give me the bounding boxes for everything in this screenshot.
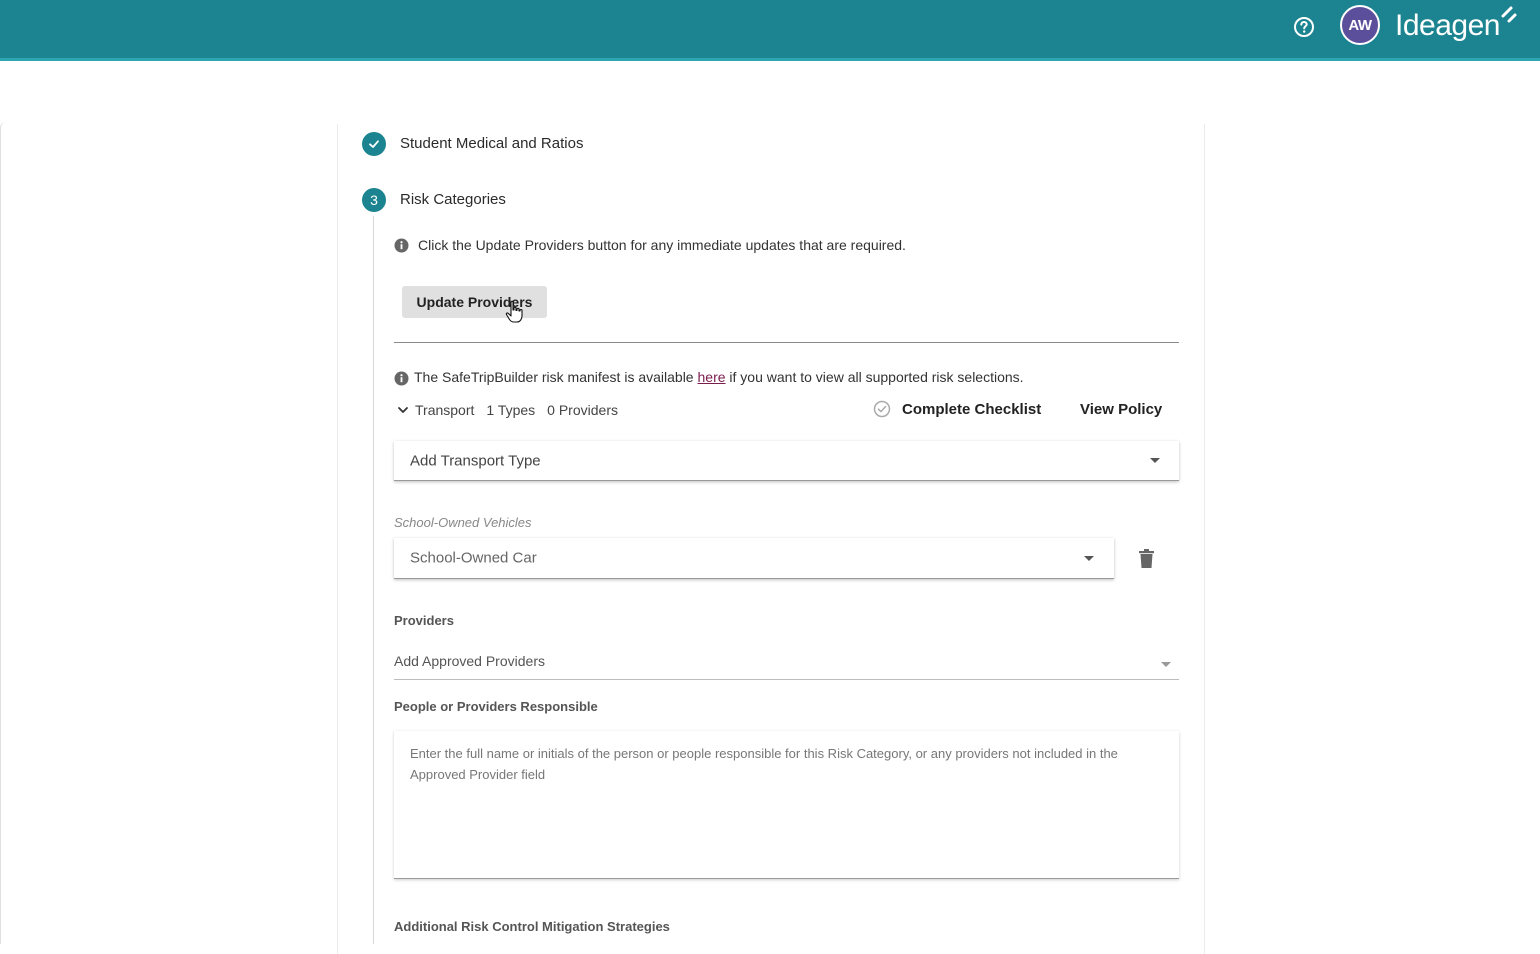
transport-category-header[interactable]: Transport 1 Types 0 Providers <box>396 401 618 419</box>
user-avatar[interactable]: AW <box>1340 5 1380 45</box>
approved-providers-select[interactable]: Add Approved Providers <box>394 646 1179 680</box>
mitigation-label: Additional Risk Control Mitigation Strat… <box>394 919 670 934</box>
manifest-suffix: if you want to view all supported risk s… <box>725 369 1024 385</box>
update-providers-info: Click the Update Providers button for an… <box>418 237 906 253</box>
step-number-badge[interactable]: 3 <box>362 188 386 212</box>
question-circle-icon[interactable] <box>1293 16 1315 38</box>
check-icon <box>369 140 379 148</box>
side-panel-edge <box>0 122 7 944</box>
school-owned-vehicle-select[interactable]: School-Owned Car <box>394 538 1114 579</box>
manifest-prefix: The SafeTripBuilder risk manifest is ava… <box>414 369 698 385</box>
step-title-risk-categories[interactable]: Risk Categories <box>400 191 506 208</box>
info-icon <box>394 371 409 386</box>
dropdown-caret-icon <box>1150 458 1160 463</box>
ideagen-logo: Ideagen <box>1395 9 1500 42</box>
transport-label: Transport <box>415 402 475 418</box>
complete-checklist-label: Complete Checklist <box>902 400 1042 418</box>
responsible-label: People or Providers Responsible <box>394 699 598 714</box>
approved-providers-placeholder: Add Approved Providers <box>394 653 545 669</box>
logo-mark-icon <box>1501 6 1517 23</box>
transport-types-count: 1 Types <box>486 402 536 418</box>
chevron-down-icon[interactable] <box>396 403 410 417</box>
manifest-info: The SafeTripBuilder risk manifest is ava… <box>414 369 1024 385</box>
manifest-here-link[interactable]: here <box>698 369 726 385</box>
hand-cursor-icon <box>505 300 523 323</box>
school-owned-vehicle-value: School-Owned Car <box>410 549 537 567</box>
responsible-textarea[interactable]: Enter the full name or initials of the p… <box>394 731 1179 879</box>
step-complete-badge[interactable] <box>362 132 386 156</box>
transport-providers-count: 0 Providers <box>547 402 618 418</box>
info-icon <box>394 238 409 253</box>
dropdown-caret-icon <box>1084 556 1094 561</box>
add-transport-type-placeholder: Add Transport Type <box>410 452 541 469</box>
step-title-student-medical[interactable]: Student Medical and Ratios <box>400 135 583 152</box>
check-circle-icon <box>873 400 891 418</box>
section-divider <box>394 342 1179 343</box>
view-policy-link[interactable]: View Policy <box>1080 401 1162 418</box>
trash-icon[interactable] <box>1138 548 1155 569</box>
update-providers-button[interactable]: Update Providers <box>402 286 547 318</box>
responsible-placeholder: Enter the full name or initials of the p… <box>410 746 1118 782</box>
add-transport-type-select[interactable]: Add Transport Type <box>394 441 1179 481</box>
stepper-line <box>373 216 374 944</box>
complete-checklist-button[interactable]: Complete Checklist <box>873 400 1041 418</box>
providers-label: Providers <box>394 613 454 628</box>
school-owned-vehicles-caption: School-Owned Vehicles <box>394 515 532 530</box>
dropdown-caret-icon <box>1161 662 1171 667</box>
